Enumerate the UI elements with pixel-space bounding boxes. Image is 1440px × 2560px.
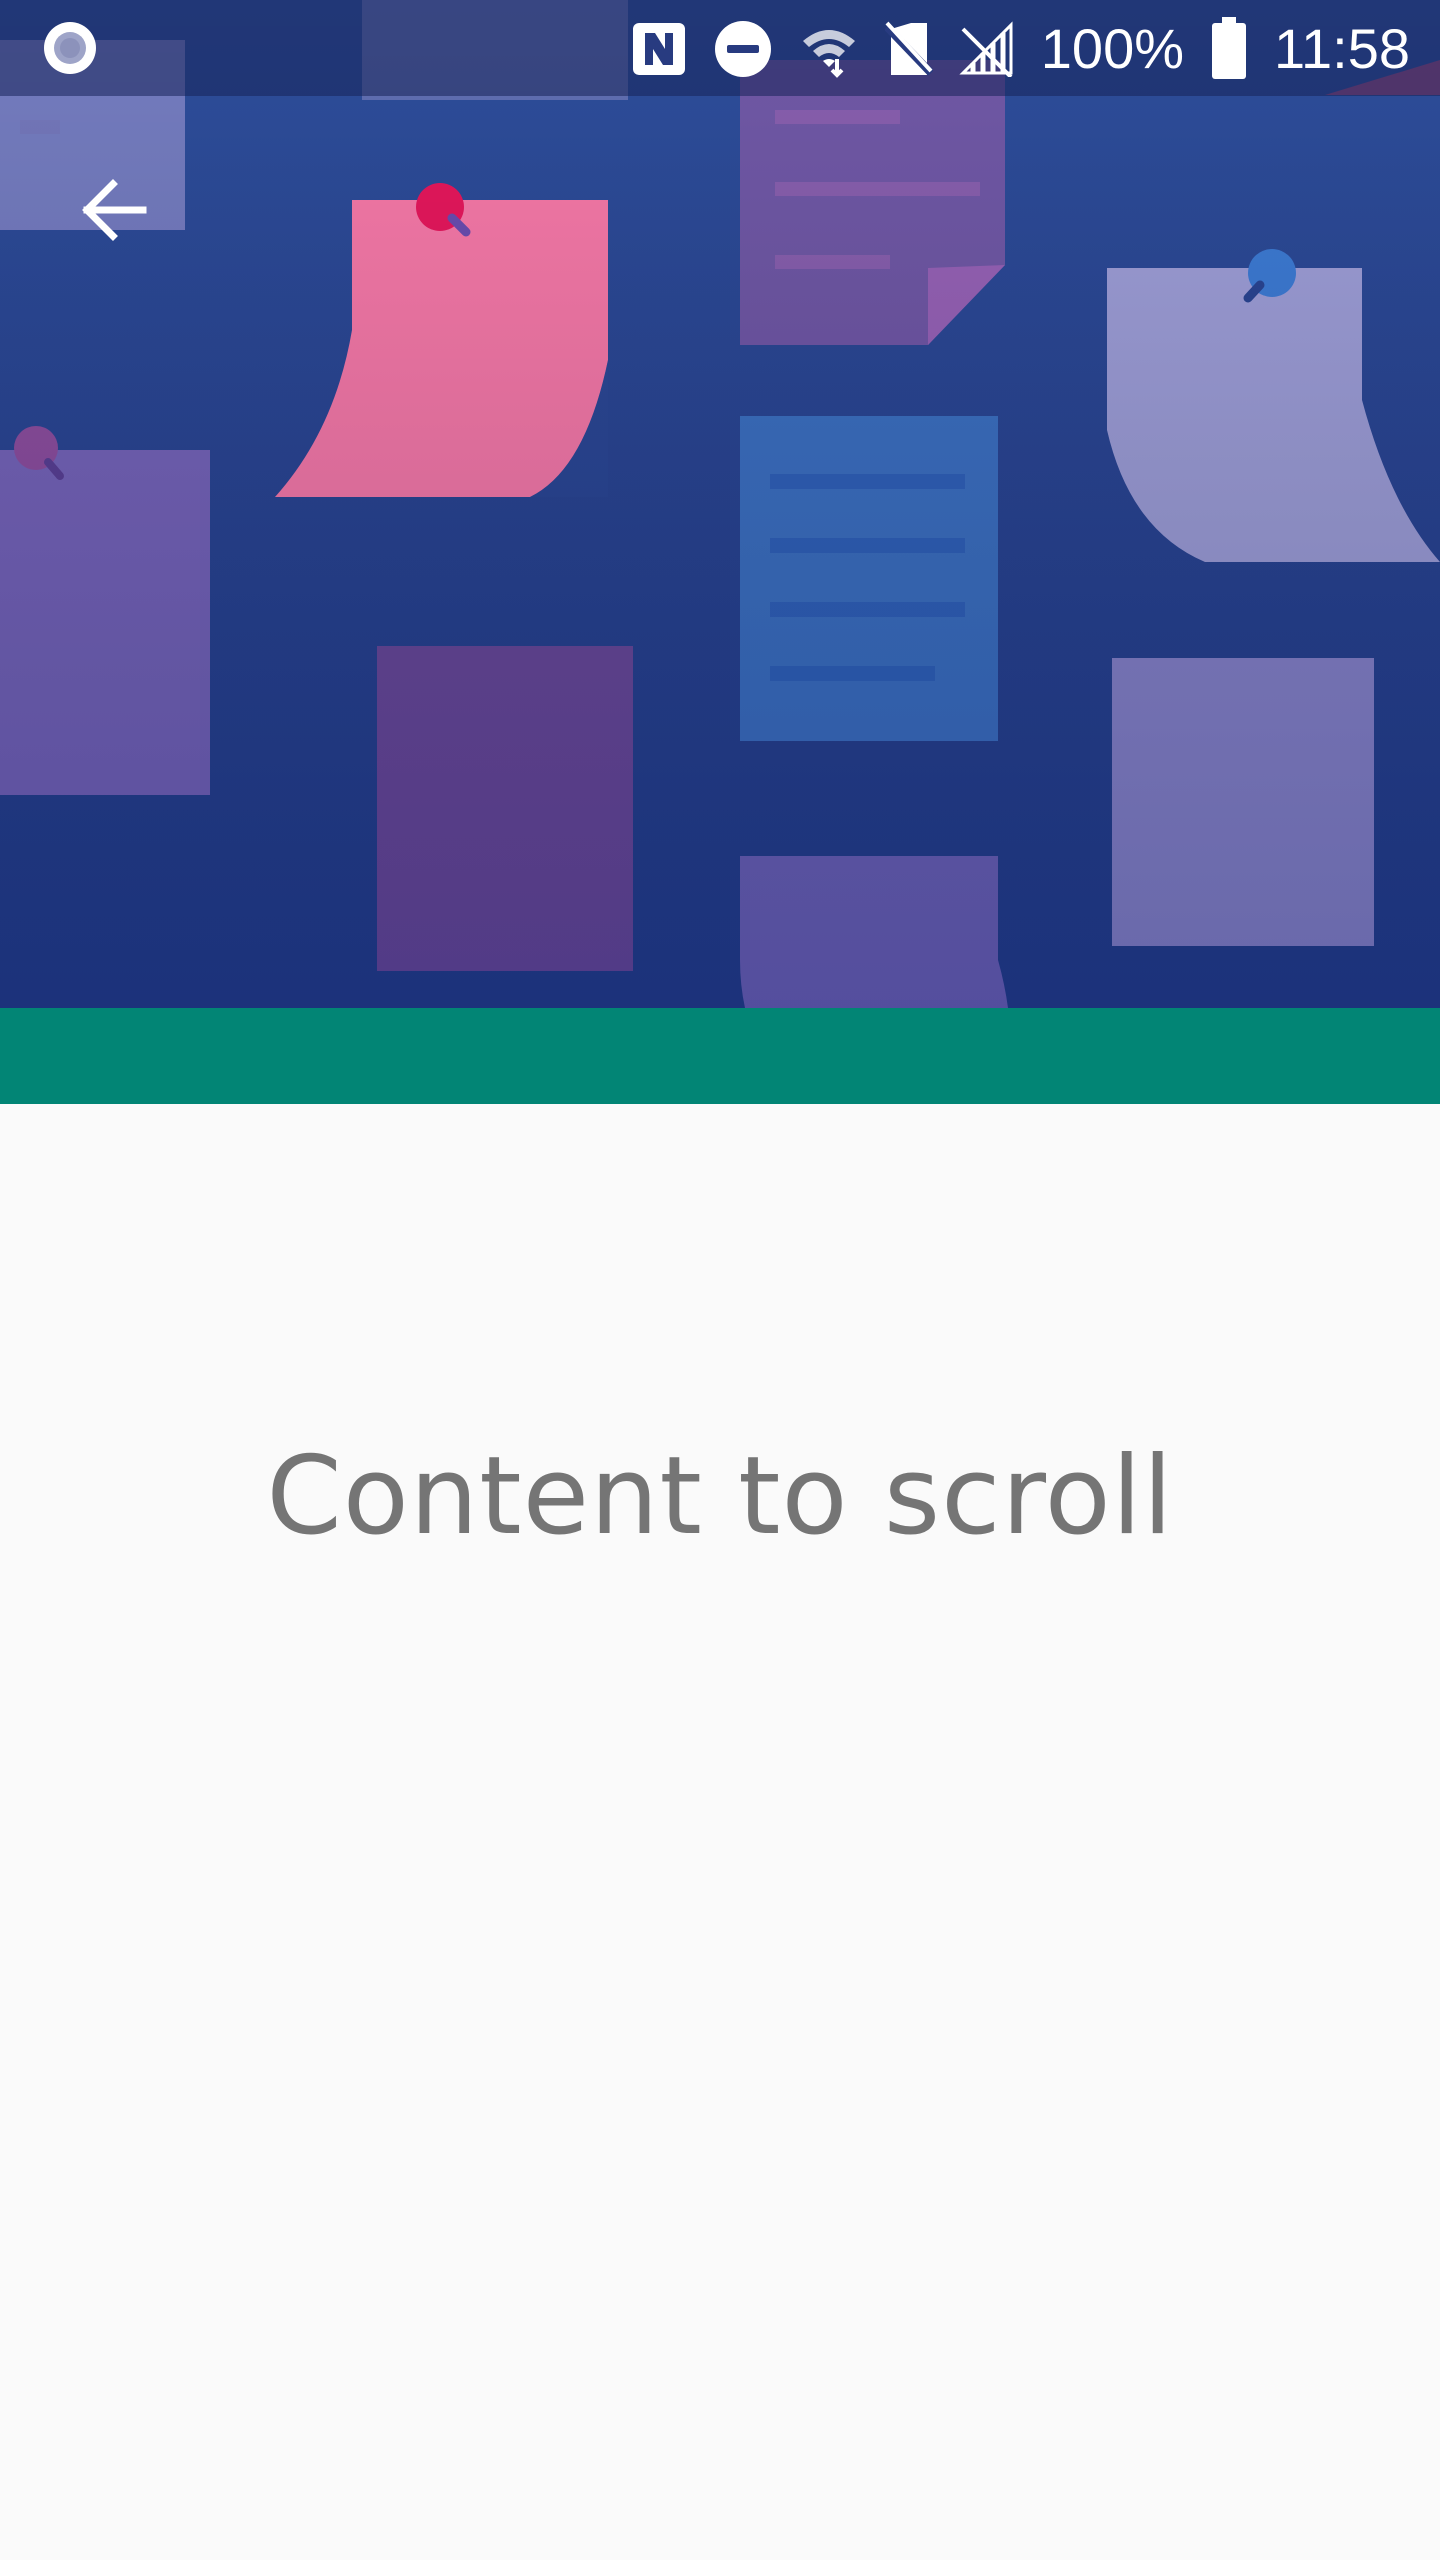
toolbar-strip (0, 1008, 1440, 1104)
sticky-notes-illustration (0, 0, 1440, 1008)
record-icon (44, 22, 96, 74)
status-bar: 100% 11:58 (0, 0, 1440, 96)
battery-icon (1212, 17, 1247, 79)
status-icons: 100% 11:58 (631, 14, 1410, 84)
battery-percent: 100% (1040, 17, 1185, 80)
scroll-content[interactable]: Content to scroll (0, 1104, 1440, 2560)
wifi-icon (802, 30, 855, 78)
do-not-disturb-icon (714, 21, 771, 77)
nfc-icon (632, 23, 685, 75)
cellular-signal-icon (959, 21, 1013, 77)
header-image: 100% 11:58 (0, 0, 1440, 1008)
clock: 11:58 (1274, 17, 1410, 80)
back-button[interactable] (66, 162, 162, 258)
no-sim-icon (884, 21, 933, 76)
arrow-back-icon (82, 179, 147, 241)
content-text: Content to scroll (266, 1434, 1174, 1559)
